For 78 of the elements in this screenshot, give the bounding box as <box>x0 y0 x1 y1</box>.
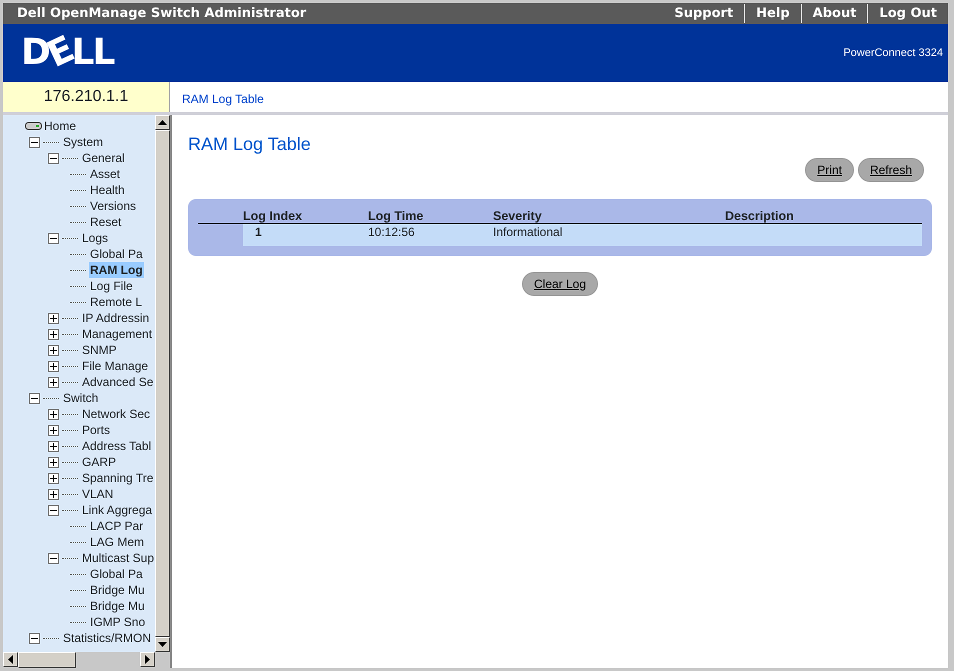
tree-item[interactable]: Global Pa <box>89 566 144 582</box>
tree-item[interactable]: Network Sec <box>81 406 152 422</box>
column-header: Log Index <box>243 209 302 223</box>
expand-icon[interactable] <box>48 456 59 468</box>
clear-log-button[interactable]: Clear Log <box>522 272 598 296</box>
horizontal-scrollbar[interactable] <box>3 652 170 668</box>
scroll-up-icon[interactable] <box>155 115 170 130</box>
expand-icon[interactable] <box>48 328 59 340</box>
tree-item[interactable]: RAM Log <box>89 262 144 278</box>
expand-icon[interactable] <box>48 376 59 388</box>
tree-item[interactable]: Bridge Mu <box>89 582 146 598</box>
tree-item[interactable]: GARP <box>81 454 118 470</box>
scroll-right-icon[interactable] <box>140 652 155 667</box>
header-link[interactable]: Support <box>663 4 744 24</box>
switch-icon <box>25 122 42 130</box>
expand-icon[interactable] <box>48 472 59 484</box>
column-header: Severity <box>493 209 542 223</box>
tree-item[interactable]: IGMP Sno <box>89 614 146 630</box>
tree-item[interactable]: File Manage <box>81 358 150 374</box>
header-link[interactable]: About <box>800 4 868 24</box>
tree-item[interactable]: Reset <box>89 214 122 230</box>
tree-item[interactable]: Advanced Se <box>81 374 154 390</box>
tree-item[interactable]: SNMP <box>81 342 118 358</box>
expand-icon[interactable] <box>48 312 59 324</box>
collapse-icon[interactable] <box>29 632 40 644</box>
scrollbar-thumb[interactable] <box>18 652 76 668</box>
expand-icon[interactable] <box>48 424 59 436</box>
collapse-icon[interactable] <box>48 552 59 564</box>
table-cell: Informational <box>493 224 725 246</box>
tree-item[interactable]: Multicast Sup <box>81 550 155 566</box>
tree-item[interactable]: Bridge Mu <box>89 598 146 614</box>
expand-icon[interactable] <box>48 408 59 420</box>
tree-item[interactable]: Versions <box>89 198 138 214</box>
collapse-icon[interactable] <box>29 392 40 404</box>
page-title: RAM Log Table <box>188 133 312 156</box>
tree-item[interactable]: Management <box>81 326 154 342</box>
tree-item[interactable]: Ports <box>81 422 112 438</box>
column-header: Log Time <box>368 209 424 223</box>
scroll-left-icon[interactable] <box>3 652 18 667</box>
tree-item[interactable]: General <box>81 150 126 166</box>
tree-item[interactable]: LAG Mem <box>89 534 146 550</box>
tree-item[interactable]: Global Pa <box>89 246 144 262</box>
page-button[interactable]: Refresh <box>858 158 924 182</box>
table-cell: 1 <box>243 224 368 246</box>
breadcrumb: RAM Log Table <box>182 92 264 106</box>
tree-item[interactable]: Remote L <box>89 294 144 310</box>
device-ip: 176.210.1.1 <box>3 82 170 112</box>
dell-logo: DELL <box>21 35 114 71</box>
collapse-icon[interactable] <box>48 232 59 244</box>
tree-item[interactable]: VLAN <box>81 486 114 502</box>
collapse-icon[interactable] <box>48 152 59 164</box>
scroll-down-icon[interactable] <box>155 637 170 652</box>
tree-item[interactable]: Asset <box>89 166 122 182</box>
tree-item[interactable]: Log File <box>89 278 134 294</box>
expand-icon[interactable] <box>48 488 59 500</box>
expand-icon[interactable] <box>48 344 59 356</box>
tree-item[interactable]: LACP Par <box>89 518 144 534</box>
window-title: Dell OpenManage Switch Administrator <box>17 4 306 23</box>
tree-item[interactable]: System <box>62 134 104 150</box>
tree-item[interactable]: Health <box>89 182 126 198</box>
expand-icon[interactable] <box>48 440 59 452</box>
expand-icon[interactable] <box>48 360 59 372</box>
collapse-icon[interactable] <box>29 136 40 148</box>
tree-item[interactable]: Spanning Tre <box>81 470 154 486</box>
collapse-icon[interactable] <box>48 504 59 516</box>
tree-item[interactable]: Switch <box>62 390 100 406</box>
product-name: PowerConnect 3324 <box>843 46 943 61</box>
tree-item[interactable]: Logs <box>81 230 110 246</box>
column-header: Description <box>725 209 794 223</box>
tree-item[interactable]: Link Aggrega <box>81 502 154 518</box>
tree-item[interactable]: IP Addressin <box>81 310 150 326</box>
header-link[interactable]: Log Out <box>867 4 948 24</box>
table-cell: 10:12:56 <box>368 224 493 246</box>
page-button[interactable]: Print <box>805 158 854 182</box>
tree-item[interactable]: Address Tabl <box>81 438 152 454</box>
tree-item[interactable]: Statistics/RMON <box>62 630 152 646</box>
header-link[interactable]: Help <box>744 4 801 24</box>
tree-item[interactable]: Home <box>43 118 78 134</box>
